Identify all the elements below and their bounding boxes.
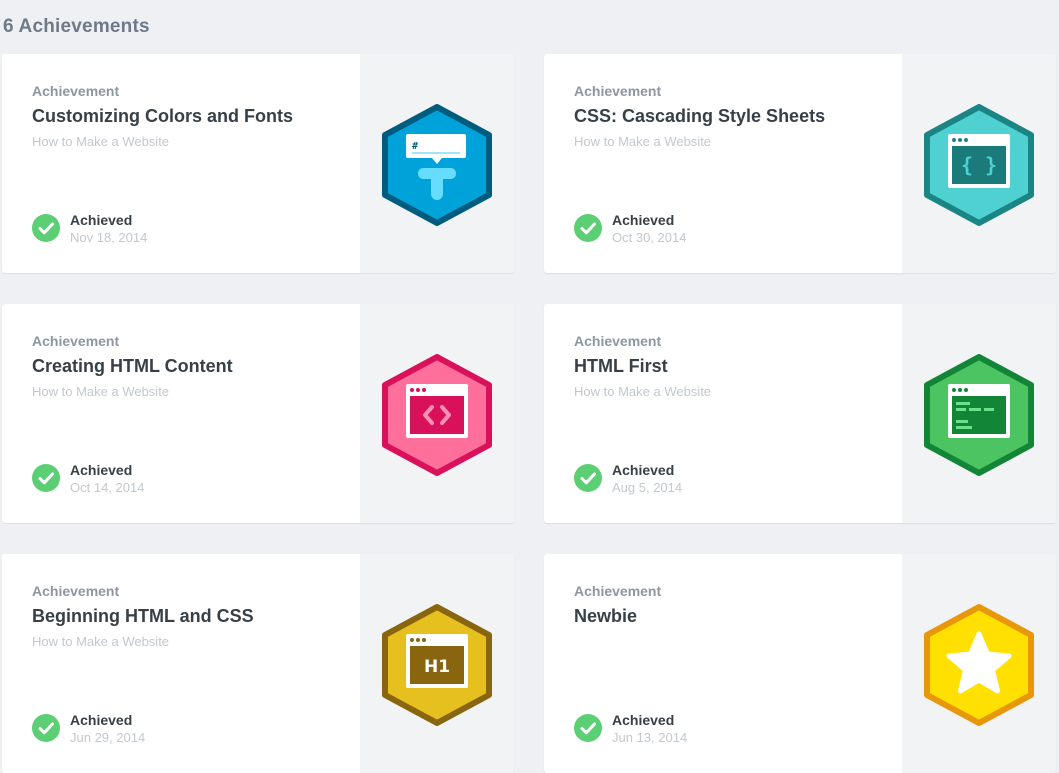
course-name: How to Make a Website <box>574 134 712 149</box>
achieved-date: Aug 5, 2014 <box>612 480 683 495</box>
achievement-card[interactable]: Achievement Beginning HTML and CSS How t… <box>2 554 514 773</box>
h1-icon: H1 <box>382 604 492 726</box>
star-icon <box>924 604 1034 726</box>
achievement-label: Achievement <box>32 333 120 349</box>
achieved-status: Achieved <box>70 462 133 478</box>
page-title: 6 Achievements <box>3 16 150 37</box>
achieved-date: Jun 13, 2014 <box>612 730 688 745</box>
achievement-card[interactable]: Achievement CSS: Cascading Style Sheets … <box>544 54 1056 273</box>
check-icon <box>574 714 602 742</box>
achieved-date: Nov 18, 2014 <box>70 230 148 245</box>
achievement-label: Achievement <box>574 583 662 599</box>
achievement-card[interactable]: Achievement Customizing Colors and Fonts… <box>2 54 514 273</box>
check-icon <box>574 464 602 492</box>
course-name: How to Make a Website <box>574 384 712 399</box>
achievement-label: Achievement <box>32 83 120 99</box>
svg-text:{ }: { } <box>961 153 997 177</box>
achievement-label: Achievement <box>574 333 662 349</box>
achieved-status: Achieved <box>612 462 675 478</box>
achievement-card[interactable]: Achievement Newbie Achieved Jun 13, 2014 <box>544 554 1056 773</box>
achievement-label: Achievement <box>574 83 662 99</box>
course-name: How to Make a Website <box>32 134 170 149</box>
achieved-status: Achieved <box>612 712 675 728</box>
achieved-date: Jun 29, 2014 <box>70 730 146 745</box>
curly-braces-icon: { } <box>924 104 1034 226</box>
achievement-card[interactable]: Achievement Creating HTML Content How to… <box>2 304 514 523</box>
achievement-title[interactable]: HTML First <box>574 356 668 377</box>
check-icon <box>574 214 602 242</box>
achievement-title[interactable]: Beginning HTML and CSS <box>32 606 254 627</box>
achieved-status: Achieved <box>70 212 133 228</box>
typography-icon: # <box>382 104 492 226</box>
achievement-title[interactable]: Customizing Colors and Fonts <box>32 106 293 127</box>
achieved-status: Achieved <box>70 712 133 728</box>
achieved-date: Oct 14, 2014 <box>70 480 145 495</box>
achieved-status: Achieved <box>612 212 675 228</box>
badge-h1-label: H1 <box>424 657 450 677</box>
code-lines-icon <box>924 354 1034 476</box>
check-icon <box>32 464 60 492</box>
achievement-label: Achievement <box>32 583 120 599</box>
check-icon <box>32 714 60 742</box>
achievement-title[interactable]: CSS: Cascading Style Sheets <box>574 106 825 127</box>
achieved-date: Oct 30, 2014 <box>612 230 687 245</box>
achievement-title[interactable]: Creating HTML Content <box>32 356 233 377</box>
course-name: How to Make a Website <box>32 384 170 399</box>
achievement-card[interactable]: Achievement HTML First How to Make a Web… <box>544 304 1056 523</box>
course-name: How to Make a Website <box>32 634 170 649</box>
svg-text:#: # <box>412 141 418 152</box>
code-brackets-icon <box>382 354 492 476</box>
achievement-title[interactable]: Newbie <box>574 606 637 627</box>
check-icon <box>32 214 60 242</box>
